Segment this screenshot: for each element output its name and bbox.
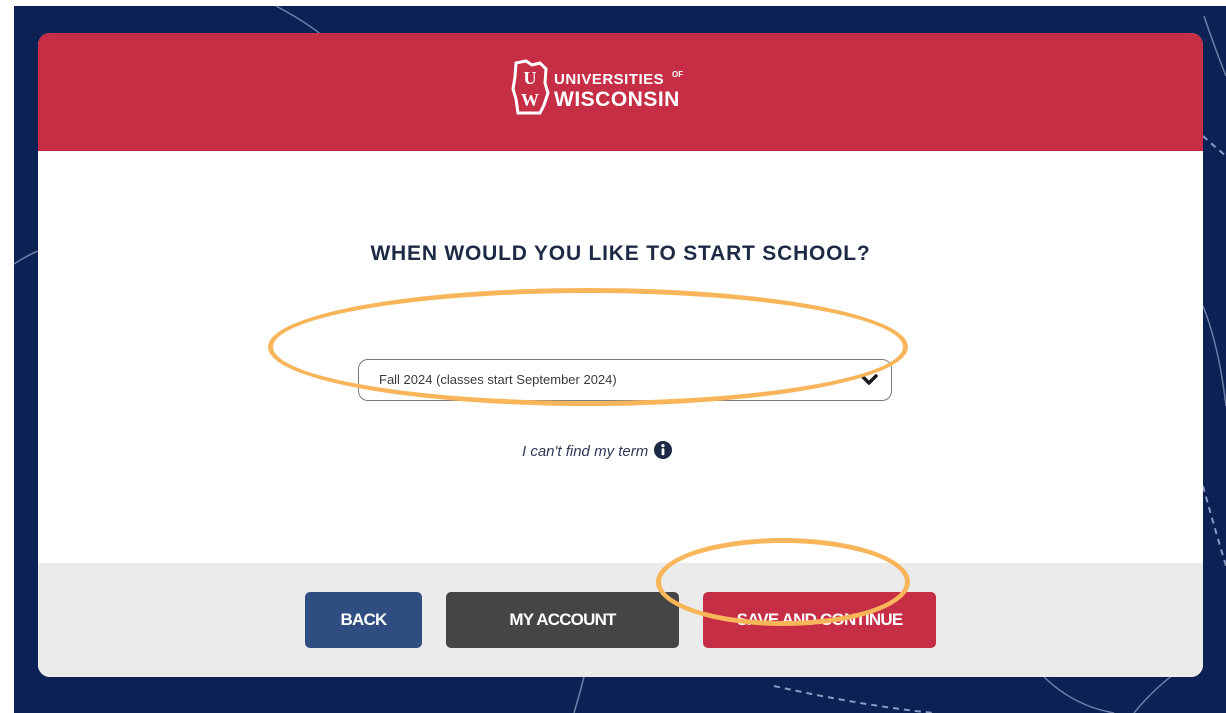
logo-text-universities: UNIVERSITIES xyxy=(554,71,665,88)
start-term-selected-value: Fall 2024 (classes start September 2024) xyxy=(379,372,617,387)
logo-text-of: OF xyxy=(672,70,684,79)
save-and-continue-button[interactable]: SAVE AND CONTINUE xyxy=(703,592,936,648)
seal-letter-w: W xyxy=(521,90,539,110)
seal-letter-u: U xyxy=(524,68,537,88)
logo-text-wisconsin: WISCONSIN xyxy=(554,88,680,111)
universities-of-wisconsin-logo: U W UNIVERSITIES OF WISCONSIN xyxy=(510,59,740,125)
start-term-select[interactable]: Fall 2024 (classes start September 2024) xyxy=(358,359,892,401)
card-header: U W UNIVERSITIES OF WISCONSIN xyxy=(38,33,1203,151)
wisconsin-state-seal-icon: U W xyxy=(511,59,550,115)
application-card: U W UNIVERSITIES OF WISCONSIN WHEN WOULD… xyxy=(38,33,1203,677)
info-icon[interactable] xyxy=(654,441,673,459)
chevron-down-icon xyxy=(860,374,878,385)
cant-find-term-link[interactable]: I can't find my term xyxy=(522,441,673,460)
cant-find-term-label: I can't find my term xyxy=(522,443,649,460)
my-account-button[interactable]: MY ACCOUNT xyxy=(446,592,679,648)
card-footer: BACK MY ACCOUNT SAVE AND CONTINUE xyxy=(38,563,1203,677)
page-title: WHEN WOULD YOU LIKE TO START SCHOOL? xyxy=(370,242,871,265)
back-button[interactable]: BACK xyxy=(305,592,422,648)
